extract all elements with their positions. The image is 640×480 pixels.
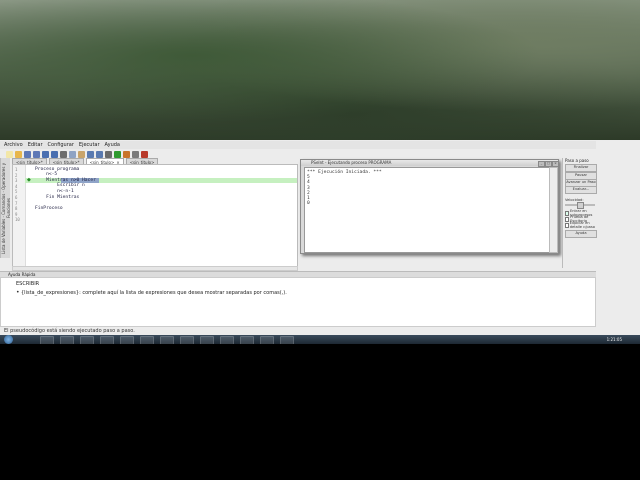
console-title: PSeInt - Ejecutando proceso PROGRAMA	[311, 160, 392, 165]
menu-ayuda[interactable]: Ayuda	[105, 142, 120, 148]
evaluate-button[interactable]: Evaluar...	[565, 186, 597, 194]
paste-icon[interactable]	[78, 150, 85, 158]
taskbar-clock[interactable]: 1:21:05	[607, 336, 622, 343]
copy-icon[interactable]	[69, 150, 76, 158]
line-number: 3	[15, 178, 18, 184]
find-icon[interactable]	[105, 150, 112, 158]
line-number: 7	[15, 200, 18, 206]
undo-icon[interactable]	[42, 150, 49, 158]
console-scrollbar[interactable]	[549, 167, 558, 253]
console-window[interactable]: PSeInt - Ejecutando proceso PROGRAMA _ □…	[300, 159, 559, 254]
line-number: 6	[15, 195, 18, 200]
code-line[interactable]: n<-n-1	[35, 189, 74, 194]
open-icon[interactable]	[15, 150, 22, 158]
indent-icon[interactable]	[87, 150, 94, 158]
desktop-wallpaper	[0, 0, 640, 140]
code-line[interactable]: FinProceso	[35, 206, 63, 211]
menu-bar: Archivo Editar Configurar Ejecutar Ayuda	[0, 141, 596, 149]
checkbox-label: Explicar en detalle c/paso	[569, 221, 595, 229]
code-line[interactable]: Mientras n>0 Hacer	[35, 178, 96, 183]
step-panel: Paso a paso Finalizar Pausar Avanzar un …	[562, 158, 597, 268]
unindent-icon[interactable]	[96, 150, 103, 158]
console-title-bar[interactable]: PSeInt - Ejecutando proceso PROGRAMA	[301, 160, 558, 166]
new-file-icon[interactable]	[6, 150, 13, 158]
step-icon[interactable]	[123, 150, 130, 158]
side-panel-tabs[interactable]: Lista de Variables · Comandos · Operador…	[0, 158, 11, 258]
taskbar: 1:21:05	[0, 335, 640, 345]
code-line[interactable]: Fin Mientras	[35, 195, 79, 200]
console-line: 0	[307, 201, 310, 207]
run-icon[interactable]	[114, 150, 121, 158]
menu-editar[interactable]: Editar	[28, 142, 43, 148]
debug-icon[interactable]	[132, 150, 139, 158]
start-button-icon[interactable]	[4, 335, 13, 344]
side-panel-label: Lista de Variables · Comandos · Operador…	[1, 162, 11, 254]
line-number: 5	[15, 189, 18, 195]
save-icon[interactable]	[24, 150, 31, 158]
finish-button[interactable]: Finalizar	[565, 164, 597, 172]
code-line[interactable]: Escribir n	[35, 183, 85, 188]
letterbox-bottom	[0, 344, 640, 480]
speed-slider-handle[interactable]	[577, 202, 584, 209]
quick-help-panel: ESCRIBIR • {lista_de_expresiones}: compl…	[0, 277, 596, 327]
menu-ejecutar[interactable]: Ejecutar	[79, 142, 100, 148]
help-command-title: ESCRIBIR	[16, 281, 40, 287]
line-number: 2	[15, 172, 18, 178]
menu-archivo[interactable]: Archivo	[4, 142, 23, 148]
line-number: 10	[15, 217, 20, 223]
step-panel-title: Paso a paso	[565, 158, 589, 163]
flowchart-icon[interactable]	[141, 150, 148, 158]
status-bar: El pseudocódigo está siendo ejecutado pa…	[0, 327, 596, 335]
code-editor[interactable]: ◆ 1 2 3 4 5 6 7 8 9 10 Proceso programa n<-5 Mient…	[12, 164, 298, 270]
checkbox-icon	[565, 222, 569, 228]
save-as-icon[interactable]	[33, 150, 40, 158]
help-description: {lista_de_expresiones}: complete aquí la…	[21, 290, 287, 296]
console-line: *** Ejecución Iniciada. ***	[307, 170, 382, 175]
step-pointer-icon: ◆	[27, 177, 31, 183]
redo-icon[interactable]	[51, 150, 58, 158]
code-line[interactable]: n<-5	[35, 172, 57, 177]
menu-configurar[interactable]: Configurar	[48, 142, 74, 148]
bullet-icon: •	[16, 289, 20, 296]
checkbox-explain-detail[interactable]: Explicar en detalle c/paso	[565, 221, 596, 229]
line-number: 1	[15, 167, 18, 172]
line-number: 4	[15, 183, 18, 189]
console-output: *** Ejecución Iniciada. *** 5 4 3 2 1 0	[304, 167, 550, 253]
line-number: 9	[15, 211, 18, 217]
status-text: El pseudocódigo está siendo ejecutado pa…	[4, 328, 135, 334]
line-number: 8	[15, 206, 18, 212]
help-button[interactable]: Ayuda	[565, 230, 597, 238]
code-line[interactable]: Proceso programa	[35, 167, 79, 172]
cut-icon[interactable]	[60, 150, 67, 158]
